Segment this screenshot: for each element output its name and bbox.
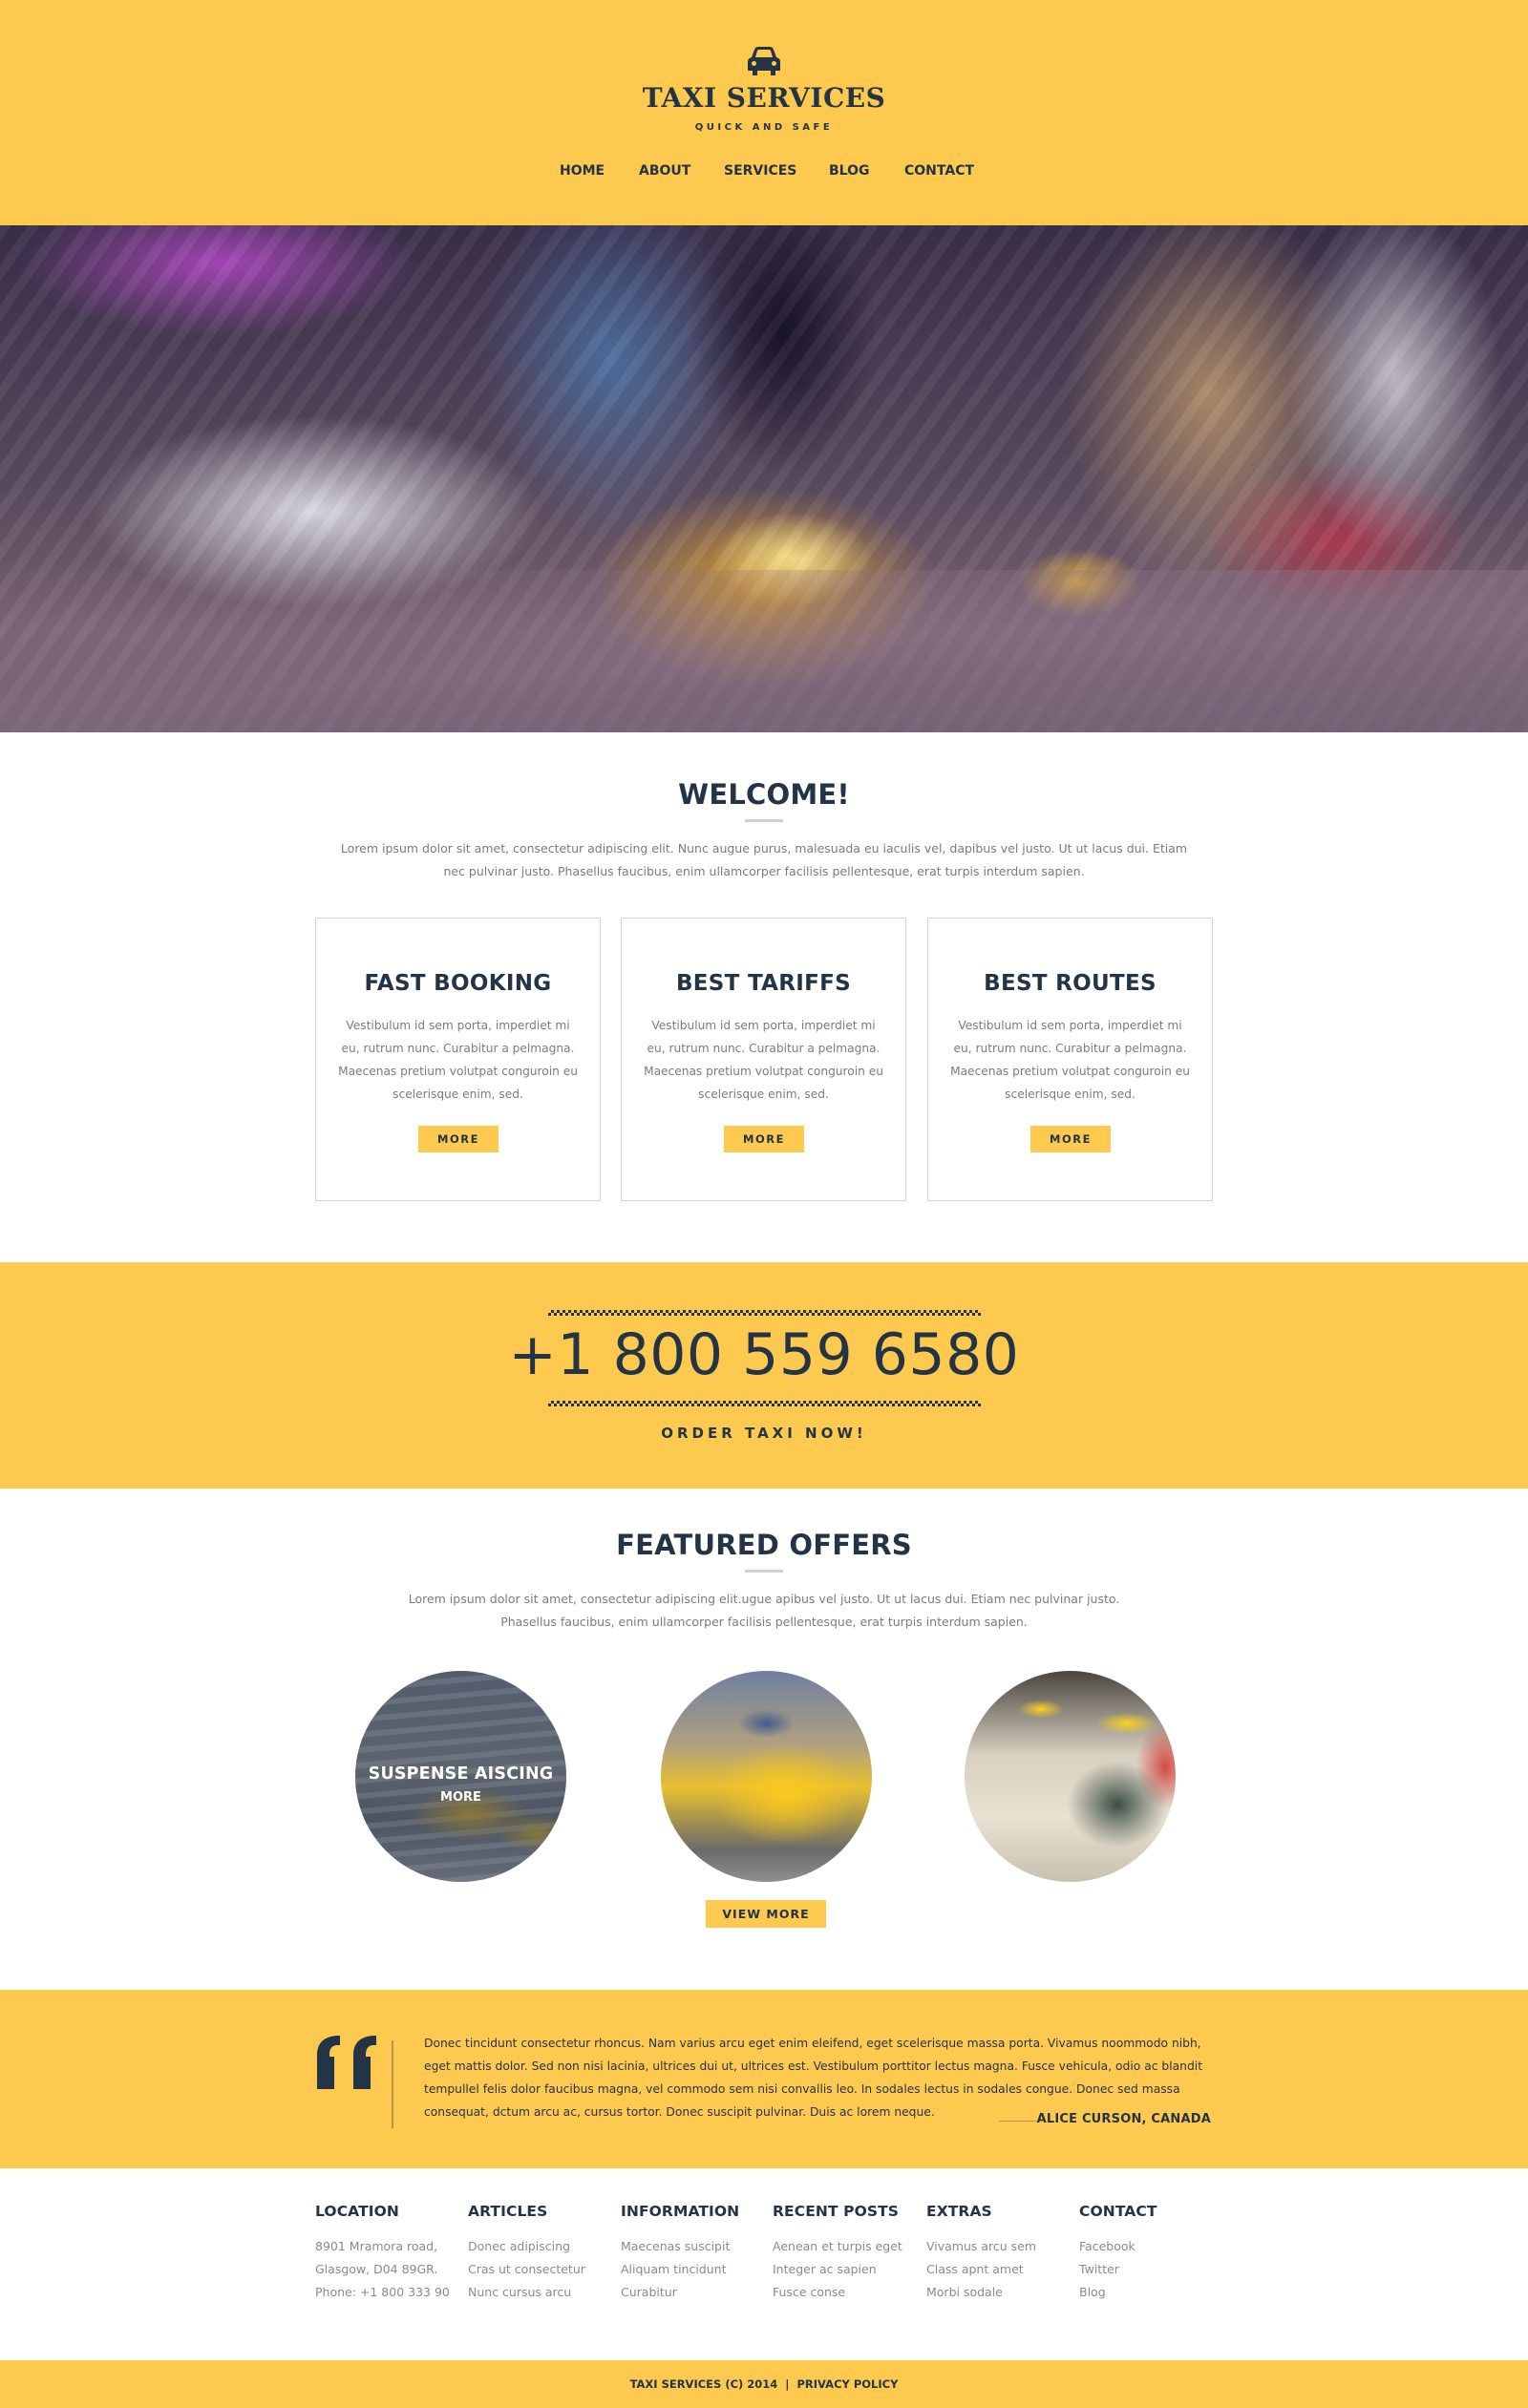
footer-link[interactable]: Integer ac sapien — [773, 2258, 925, 2281]
privacy-policy-link[interactable]: PRIVACY POLICY — [796, 2377, 898, 2391]
card-text: Vestibulum id sem porta, imperdiet mi eu… — [950, 1019, 1190, 1101]
footer-bar: TAXI SERVICES (C) 2014 | PRIVACY POLICY — [0, 2360, 1528, 2408]
offer-image-taxi-signs[interactable] — [965, 1671, 1176, 1882]
footer-link-blog[interactable]: Blog — [1079, 2281, 1232, 2304]
offer-image-rain-cab[interactable] — [661, 1671, 872, 1882]
footer-phone: Phone: +1 800 333 90 — [315, 2285, 450, 2299]
featured-offers-section: FEATURED OFFERS Lorem ipsum dolor sit am… — [0, 1489, 1528, 1990]
testimonial-author: ALICE CURSON, CANADA — [1036, 2112, 1211, 2126]
card-title: BEST ROUTES — [984, 971, 1157, 996]
copyright-text: TAXI SERVICES (C) 2014 — [629, 2377, 778, 2391]
service-card-best-tariffs: BEST TARIFFS Vestibulum id sem porta, im… — [621, 918, 906, 1201]
footer-link[interactable]: Aliquam tincidunt — [621, 2258, 774, 2281]
footer-link[interactable]: Morbi sodale — [926, 2281, 1079, 2304]
card-text: Vestibulum id sem porta, imperdiet mi eu… — [644, 1019, 883, 1101]
order-band: +1 800 559 6580 ORDER TAXI NOW! — [0, 1262, 1528, 1489]
footer-col-location: LOCATION 8901 Mramora road, Glasgow, D04… — [315, 2203, 468, 2304]
nav-home[interactable]: HOME — [560, 163, 605, 179]
order-taxi-cta[interactable]: ORDER TAXI NOW! — [0, 1425, 1528, 1442]
footer-link[interactable]: Donec adipiscing — [468, 2235, 621, 2258]
footer-link[interactable]: Curabitur — [621, 2281, 774, 2304]
taxi-car-icon — [748, 47, 780, 75]
featured-intro: Lorem ipsum dolor sit amet, consectetur … — [408, 1592, 1120, 1629]
offer-caption-title: SUSPENSE AISCING — [368, 1764, 554, 1784]
card-title: FAST BOOKING — [364, 971, 552, 996]
hero-road — [0, 570, 1528, 732]
quote-icon — [317, 2036, 376, 2089]
footer-link[interactable]: Maecenas suscipit — [621, 2235, 774, 2258]
testimonial-text: Donec tincidunt consectetur rhoncus. Nam… — [424, 2037, 1203, 2119]
service-card-best-routes: BEST ROUTES Vestibulum id sem porta, imp… — [927, 918, 1213, 1201]
footer-link-facebook[interactable]: Facebook — [1079, 2235, 1232, 2258]
site-title[interactable]: TAXI SERVICES — [0, 82, 1528, 114]
offer-more-link[interactable]: MORE — [355, 1790, 566, 1805]
footer-link[interactable]: Fusce conse — [773, 2281, 925, 2304]
footer-col-articles: ARTICLES Donec adipiscing Cras ut consec… — [468, 2203, 621, 2304]
footer-col-extras: EXTRAS Vivamus arcu sem Class apnt amet … — [926, 2203, 1079, 2304]
footer-link[interactable]: Aenean et turpis eget — [773, 2235, 925, 2258]
main-nav: HOME ABOUT SERVICES BLOG CONTACT — [0, 163, 1528, 182]
welcome-section: WELCOME! Lorem ipsum dolor sit amet, con… — [0, 732, 1528, 1262]
author-dash — [999, 2121, 1037, 2122]
title-underline — [745, 1570, 783, 1573]
footer-link[interactable]: Nunc cursus arcu — [468, 2281, 621, 2304]
nav-contact[interactable]: CONTACT — [904, 163, 974, 179]
footer-link[interactable]: Cras ut consectetur — [468, 2258, 621, 2281]
footer-col-title: ARTICLES — [468, 2203, 548, 2220]
phone-number[interactable]: +1 800 559 6580 — [0, 1321, 1528, 1388]
nav-blog[interactable]: BLOG — [829, 163, 870, 179]
footer-col-title: RECENT POSTS — [773, 2203, 900, 2220]
footer-col-contact: CONTACT Facebook Twitter Blog — [1079, 2203, 1232, 2304]
card-title: BEST TARIFFS — [675, 971, 852, 996]
footer-separator: | — [785, 2377, 790, 2391]
welcome-title: WELCOME! — [678, 778, 850, 811]
footer-col-recent-posts: RECENT POSTS Aenean et turpis eget Integ… — [773, 2203, 925, 2304]
featured-title: FEATURED OFFERS — [616, 1529, 912, 1561]
footer-link[interactable]: Vivamus arcu sem — [926, 2235, 1079, 2258]
hero-image — [0, 225, 1528, 732]
more-button[interactable]: MORE — [418, 1126, 499, 1152]
more-button[interactable]: MORE — [1030, 1126, 1111, 1152]
site-tagline: QUICK AND SAFE — [694, 122, 834, 133]
offer-image-snowy-street[interactable]: SUSPENSE AISCING MORE — [355, 1671, 566, 1882]
testimonial-band: Donec tincidunt consectetur rhoncus. Nam… — [0, 1990, 1528, 2168]
nav-services[interactable]: SERVICES — [724, 163, 796, 179]
footer-col-information: INFORMATION Maecenas suscipit Aliquam ti… — [621, 2203, 774, 2304]
footer-columns: LOCATION 8901 Mramora road, Glasgow, D04… — [0, 2168, 1528, 2360]
site-header: TAXI SERVICES QUICK AND SAFE HOME ABOUT … — [0, 0, 1528, 225]
checker-divider-top — [548, 1310, 981, 1316]
footer-address-line: Glasgow, D04 89GR. — [315, 2262, 438, 2276]
card-text: Vestibulum id sem porta, imperdiet mi eu… — [338, 1019, 578, 1101]
footer-address-line: 8901 Mramora road, — [315, 2239, 438, 2253]
more-button[interactable]: MORE — [724, 1126, 804, 1152]
title-underline — [745, 819, 783, 822]
footer-col-title: CONTACT — [1079, 2203, 1157, 2220]
service-card-fast-booking: FAST BOOKING Vestibulum id sem porta, im… — [315, 918, 601, 1201]
footer-link[interactable]: Class apnt amet — [926, 2258, 1079, 2281]
footer-link-twitter[interactable]: Twitter — [1079, 2258, 1232, 2281]
nav-about[interactable]: ABOUT — [639, 163, 690, 179]
footer-col-title: LOCATION — [315, 2203, 399, 2220]
welcome-intro: Lorem ipsum dolor sit amet, consectetur … — [340, 841, 1188, 878]
view-more-button[interactable]: VIEW MORE — [706, 1900, 826, 1928]
footer-col-title: EXTRAS — [926, 2203, 992, 2220]
footer-col-title: INFORMATION — [621, 2203, 740, 2220]
checker-divider-bottom — [548, 1401, 981, 1406]
quote-divider — [392, 2040, 393, 2128]
